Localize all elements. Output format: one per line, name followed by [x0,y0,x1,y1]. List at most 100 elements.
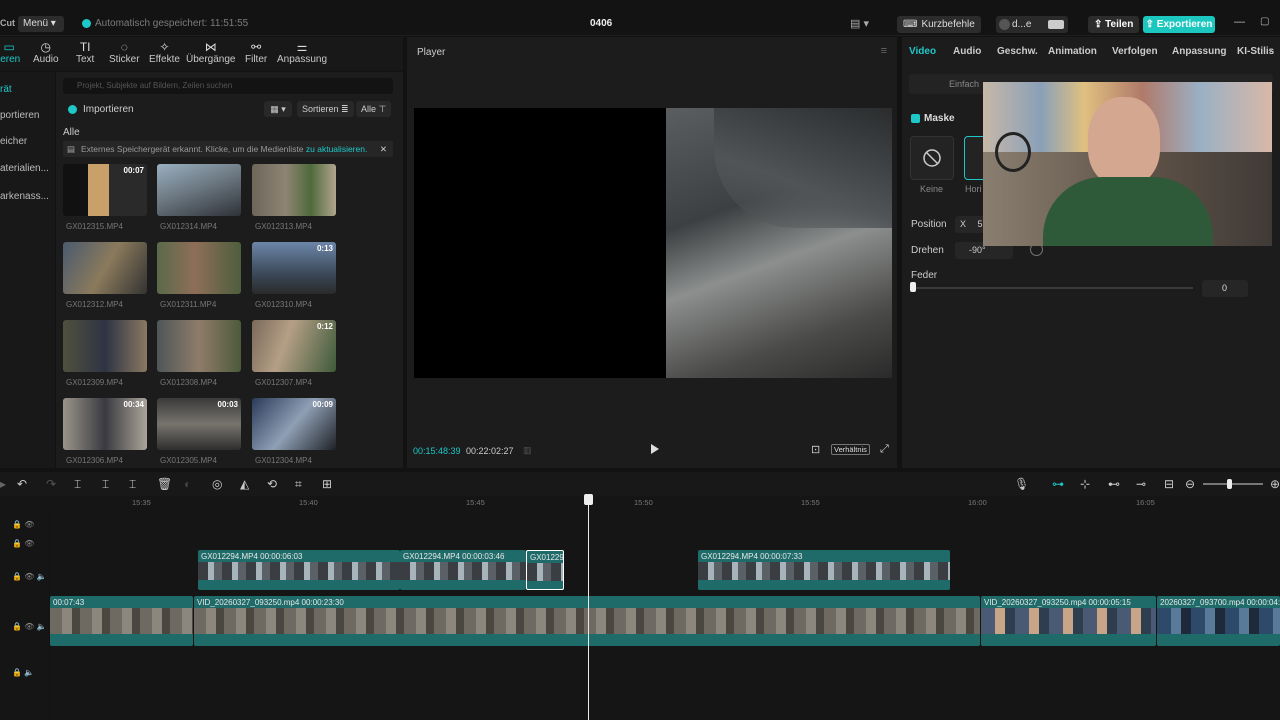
tool-sticker[interactable]: ◌ Sticker [109,40,140,65]
filter-all-button[interactable]: Alle ⊤ [356,101,392,117]
lock-icon[interactable]: 🔒 [12,520,22,529]
chevron-right-icon[interactable]: › [1269,45,1272,56]
menu-button[interactable]: Menü ▾ [18,16,64,32]
import-button[interactable]: Importieren [68,104,134,115]
media-thumb[interactable] [252,164,336,216]
checkbox-icon[interactable] [911,114,920,123]
media-thumb[interactable] [63,320,147,372]
auto-reframe-icon[interactable]: ⊞ [322,476,332,492]
media-thumb[interactable] [157,242,241,294]
sidebar-item-storage[interactable]: eicher [0,136,27,147]
lock-icon[interactable]: 🔒 [12,572,22,581]
video-preview[interactable] [414,108,892,378]
mask-tool-icon[interactable]: ◐ [184,476,191,492]
tool-transitions[interactable]: ⋈ Übergänge [186,40,235,65]
minimize-icon[interactable]: — [1234,16,1245,28]
refresh-link[interactable]: zu aktualisieren. [306,144,367,154]
fullscreen-icon[interactable]: ⤢ [880,443,889,456]
sort-button[interactable]: Sortieren ≣ [297,101,354,117]
mask-section[interactable]: Maske [911,113,955,124]
export-button[interactable]: ⇪ Exportieren [1143,16,1215,33]
sidebar-item-brand[interactable]: arkenass... [0,191,49,202]
sidebar-item-device[interactable]: rät [0,84,12,95]
select-icon[interactable]: ▸ [0,476,6,492]
ratio-button[interactable]: Verhältnis [831,444,870,455]
mask-none-option[interactable] [910,136,954,180]
play-icon[interactable] [647,442,661,456]
search-input[interactable]: Projekt, Subjekte auf Bildern, Zeilen su… [63,78,393,94]
media-thumb[interactable] [157,320,241,372]
mirror-icon[interactable]: ◭ [240,476,249,492]
lock-icon[interactable]: 🔒 [12,539,22,548]
redo-icon[interactable]: ↷ [46,476,56,492]
timeline-clip-main[interactable]: VID_20260327_093250.mp4 00:00:05:15 [981,596,1156,646]
user-chip[interactable]: d...e [996,16,1068,33]
eye-icon[interactable]: 👁 [24,572,34,581]
share-button[interactable]: ⇪ Teilen [1088,16,1140,33]
feather-value-field[interactable]: 0 [1202,280,1248,297]
microphone-icon[interactable]: 🎙 [1014,476,1029,492]
speaker-icon[interactable]: 🔈 [24,668,34,677]
media-thumb[interactable] [157,164,241,216]
sidebar-item-import[interactable]: portieren [0,110,39,121]
zoom-slider-track[interactable] [1203,483,1263,485]
tool-audio[interactable]: ◷ Audio [33,40,59,65]
media-thumb[interactable]: 00:07 [63,164,147,216]
timeline-area[interactable]: GX012294.MP4 00:00:06:03 GX012294.MP4 00… [50,510,1280,720]
speed-icon[interactable]: ◎ [212,476,222,492]
crop-icon[interactable]: ⌗ [295,476,302,492]
grid-view-icon[interactable]: ▦ ▾ [264,101,292,117]
media-thumb[interactable]: 00:03 [157,398,241,450]
media-thumb[interactable]: 0:13 [252,242,336,294]
split-view-icon[interactable]: ⊸ [1136,476,1146,492]
lock-icon[interactable]: 🔒 [12,622,22,631]
tab-video[interactable]: Video [909,46,936,57]
preview-axis-icon[interactable]: ⊷ [1108,476,1120,492]
media-thumb[interactable]: 0:12 [252,320,336,372]
undo-icon[interactable]: ↶ [17,476,27,492]
delete-icon[interactable]: 🗑 [157,476,172,492]
media-thumb[interactable]: 00:09 [252,398,336,450]
eye-icon[interactable]: 👁 [24,622,34,631]
layout-icon[interactable]: ▤ ▾ [850,17,872,31]
zoom-in-icon[interactable]: ⊕ [1270,476,1280,492]
subtab-basic[interactable]: Einfach [949,79,979,89]
focus-icon[interactable]: ⊡ [811,443,820,456]
media-thumb[interactable]: 00:34 [63,398,147,450]
zoom-out-icon[interactable]: ⊖ [1185,476,1195,492]
tab-audio[interactable]: Audio [953,46,981,57]
split-right-icon[interactable]: ⌶ [129,476,136,492]
eye-icon[interactable]: 👁 [24,539,34,548]
timeline-clip-main[interactable]: VID_20260327_093250.mp4 00:00:23:30 [194,596,980,646]
caption-icon[interactable]: ⊟ [1164,476,1174,492]
playhead-handle[interactable] [584,494,593,505]
tool-text[interactable]: TI Text [76,40,94,65]
media-thumb[interactable] [63,242,147,294]
tab-adjust[interactable]: Anpassung [1172,46,1226,57]
magnet-icon[interactable]: ⊶ [1052,476,1064,492]
timeline-clip-main[interactable]: 00:07:43 [50,596,193,646]
timeline-clip[interactable]: GX012294.MP4 00:00:07:33 [698,550,950,590]
shortcuts-button[interactable]: ⌨ Kurzbefehle [897,16,981,33]
maximize-icon[interactable]: ▢ [1260,16,1269,27]
split-icon[interactable]: ⌶ [74,476,81,492]
grid-icon[interactable]: ▥ [523,445,532,456]
tab-speed[interactable]: Geschw. [997,46,1038,57]
sidebar-item-materials[interactable]: aterialien... [0,163,49,174]
tool-effects[interactable]: ✧ Effekte [149,40,180,65]
tool-adjust[interactable]: ⚌ Anpassung [277,40,327,65]
timeline-clip[interactable]: GX012294.MP4 00:00:06:03 [198,550,400,590]
feather-slider-handle[interactable] [910,282,916,292]
timeline-clip-main[interactable]: 20260327_093700.mp4 00:00:04:2 [1157,596,1280,646]
speaker-icon[interactable]: 🔈 [37,622,47,631]
menu-icon[interactable]: ≡ [881,45,887,57]
lock-icon[interactable]: 🔒 [12,668,22,677]
feather-slider-track[interactable] [913,287,1193,289]
link-icon[interactable]: ⊹ [1080,476,1090,492]
position-x-field[interactable]: X 5 [955,216,985,233]
close-icon[interactable]: ✕ [380,141,387,157]
playhead[interactable] [588,496,589,720]
timeline-ruler[interactable]: 15:35 15:40 15:45 15:50 15:55 16:00 16:0… [0,496,1280,510]
split-left-icon[interactable]: ⌶ [102,476,109,492]
tab-tracking[interactable]: Verfolgen [1112,46,1158,57]
